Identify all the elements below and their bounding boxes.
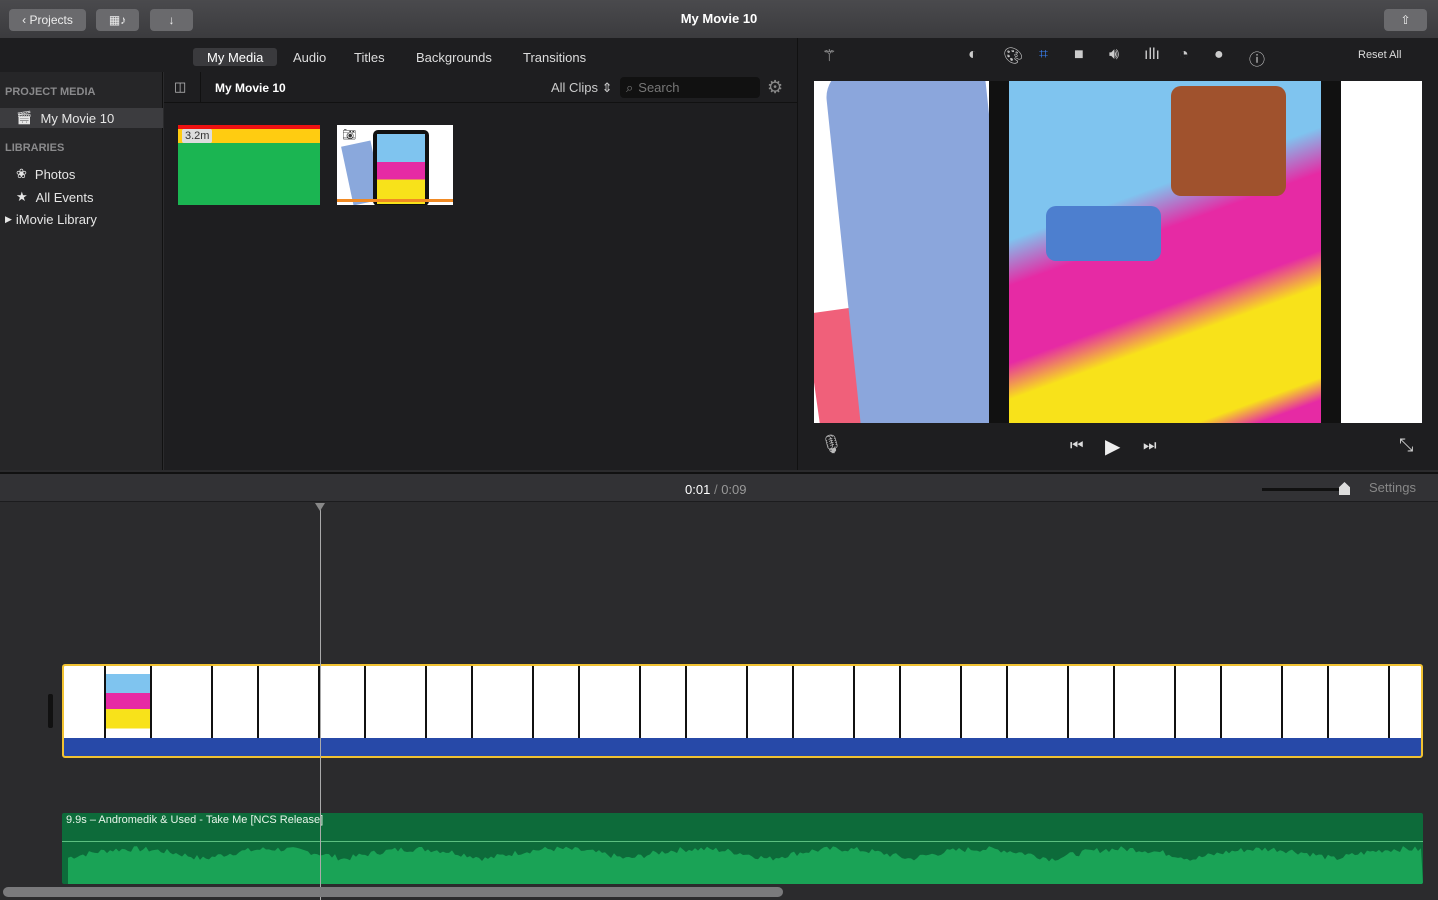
- filter-icon[interactable]: ●: [1214, 46, 1224, 64]
- clip-audio-bar: [64, 738, 1421, 756]
- audio-waveform: [68, 846, 1423, 884]
- media-clip-photo[interactable]: 📷︎: [337, 125, 453, 205]
- skip-forward-icon[interactable]: ⏭︎: [1143, 437, 1157, 454]
- gear-icon[interactable]: ⚙: [767, 77, 783, 98]
- playhead-marker[interactable]: [315, 503, 325, 511]
- settings-button[interactable]: Settings: [1369, 480, 1416, 495]
- tab-transitions[interactable]: Transitions: [509, 48, 600, 66]
- clip-duration: 3.2m: [182, 129, 213, 143]
- horizontal-scrollbar[interactable]: [3, 887, 783, 897]
- sidebar-item-photos[interactable]: ❀ Photos: [0, 164, 163, 184]
- play-icon[interactable]: ▶: [1105, 434, 1120, 459]
- sidebar-toggle-icon[interactable]: ◫: [174, 79, 186, 95]
- clapper-icon: 🎬︎: [16, 110, 33, 125]
- camera-icon: 📷︎: [342, 129, 356, 141]
- search-input[interactable]: ⌕ Search: [620, 77, 760, 98]
- libraries-header: LIBRARIES: [5, 142, 65, 154]
- library-bar: ◫ My Movie 10 All Clips ⇕ ⌕ Search ⚙: [164, 72, 797, 103]
- sidebar-item-all-events[interactable]: ★ All Events: [0, 187, 163, 207]
- title-bar: ‹ Projects ▦♪ ↓ My Movie 10 ⇧: [0, 0, 1438, 38]
- crop-icon[interactable]: ⌗: [1039, 46, 1048, 64]
- sidebar-item-project[interactable]: 🎬︎ My Movie 10: [0, 108, 163, 128]
- audio-clip-title: 9.9s – Andromedik & Used - Take Me [NCS …: [66, 814, 324, 826]
- tab-audio[interactable]: Audio: [279, 48, 340, 66]
- clips-filter[interactable]: All Clips ⇕: [551, 80, 612, 96]
- magic-wand-icon[interactable]: ⚚: [822, 46, 836, 66]
- star-icon: ★: [16, 189, 28, 204]
- clip-filmstrip: [64, 666, 1421, 738]
- library-title: My Movie 10: [215, 81, 286, 95]
- flower-icon: ❀: [16, 166, 27, 181]
- zoom-slider-knob[interactable]: [1339, 482, 1350, 495]
- tab-my-media[interactable]: My Media: [193, 48, 278, 66]
- sidebar: PROJECT MEDIA 🎬︎ My Movie 10 LIBRARIES ❀ P…: [0, 72, 163, 470]
- window-title: My Movie 10: [680, 11, 758, 26]
- zoom-slider[interactable]: [1262, 488, 1344, 491]
- info-icon[interactable]: ⓘ: [1249, 46, 1265, 70]
- microphone-icon[interactable]: 🎙︎: [820, 434, 843, 455]
- volume-icon[interactable]: 🔊︎: [1109, 46, 1119, 64]
- timeline-header: 0:01 / 0:09 Settings: [0, 472, 1438, 502]
- speed-icon[interactable]: ◔: [1179, 46, 1189, 64]
- video-preview: [814, 81, 1422, 423]
- media-browser: ◫ My Movie 10 All Clips ⇕ ⌕ Search ⚙ 3.2m…: [164, 72, 797, 470]
- playhead[interactable]: [320, 503, 321, 900]
- tab-titles[interactable]: Titles: [340, 48, 399, 66]
- clip-handle[interactable]: [48, 694, 53, 728]
- browser-tabs: My Media Audio Titles Backgrounds Transi…: [0, 38, 797, 72]
- color-balance-icon[interactable]: ◐: [968, 46, 978, 64]
- search-icon: ⌕: [626, 79, 634, 95]
- skip-back-icon[interactable]: ⏮︎: [1070, 437, 1084, 454]
- disclosure-triangle-icon: ▶: [5, 213, 12, 224]
- fullscreen-icon[interactable]: ⤡: [1399, 435, 1413, 456]
- timeline-video-clip[interactable]: [62, 664, 1423, 758]
- share-icon: ⇧: [1400, 13, 1411, 27]
- tab-backgrounds[interactable]: Backgrounds: [402, 48, 506, 66]
- timecode: 0:01 / 0:09: [685, 482, 747, 497]
- color-palette-icon[interactable]: 🎨︎: [1003, 46, 1023, 66]
- media-clip-video[interactable]: 3.2m: [178, 125, 320, 205]
- timeline-audio-clip[interactable]: 9.9s – Andromedik & Used - Take Me [NCS …: [62, 813, 1423, 884]
- share-button[interactable]: ⇧: [1384, 9, 1427, 31]
- stabilization-icon[interactable]: ■: [1074, 46, 1084, 64]
- reset-all-button[interactable]: Reset All: [1358, 49, 1401, 61]
- equalizer-icon[interactable]: ıllı: [1144, 46, 1160, 64]
- viewer: ⚚ ◐ 🎨︎ ⌗ ■ 🔊︎ ıllı ◔ ● ⓘ Reset All 🎙︎ ⏮︎…: [797, 38, 1438, 470]
- sidebar-item-library[interactable]: ▶ iMovie Library: [0, 209, 163, 229]
- project-media-header: PROJECT MEDIA: [5, 86, 96, 98]
